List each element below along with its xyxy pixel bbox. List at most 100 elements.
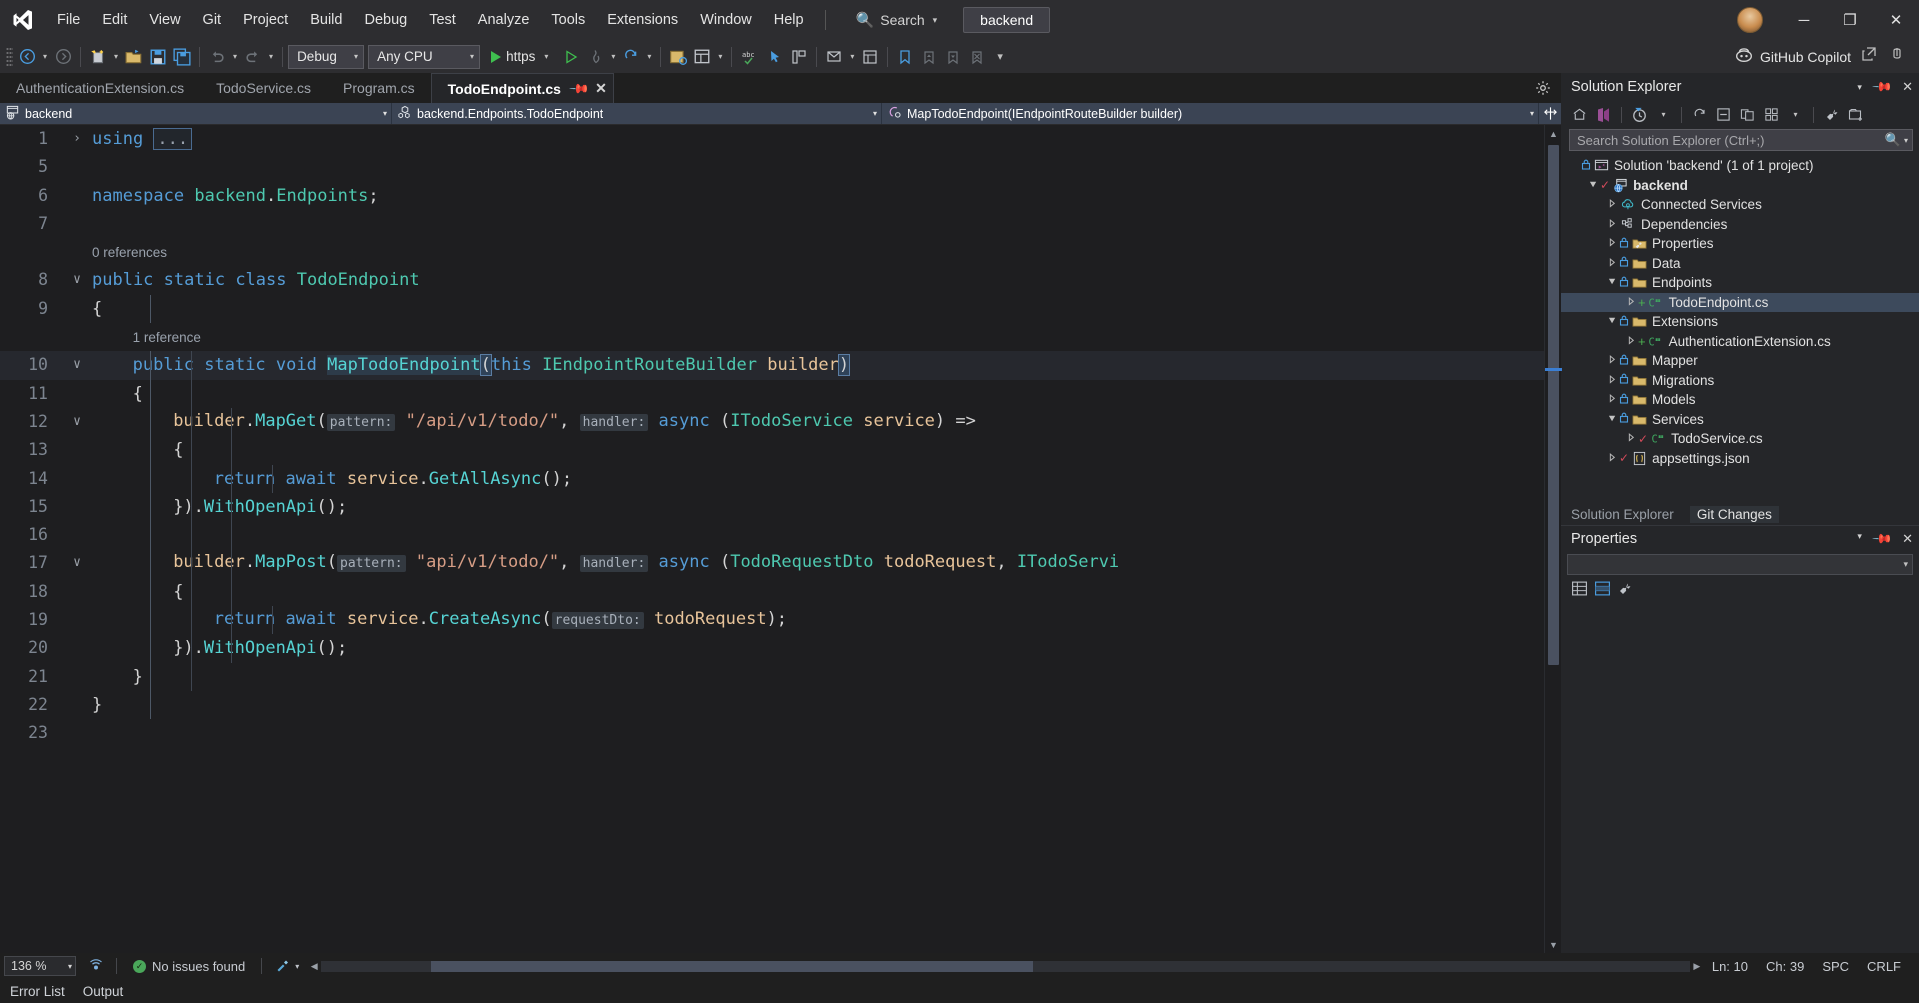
code-line[interactable]: 23 bbox=[0, 719, 1544, 747]
home-icon[interactable] bbox=[1569, 104, 1590, 125]
code-line[interactable]: 10 ∨ public static void MapTodoEndpoint(th… bbox=[0, 351, 1544, 380]
collapsed-arrow-icon[interactable] bbox=[1605, 394, 1619, 405]
notifications-icon[interactable] bbox=[822, 44, 846, 70]
fold-toggle-icon[interactable]: ∨ bbox=[62, 549, 92, 577]
hot-reload-icon[interactable] bbox=[583, 44, 607, 70]
code-line[interactable]: 22} bbox=[0, 690, 1544, 720]
scroll-down-icon[interactable]: ▼ bbox=[1545, 936, 1562, 953]
scroll-up-icon[interactable]: ▲ bbox=[1545, 125, 1562, 142]
bookmark-next-icon[interactable] bbox=[941, 44, 965, 70]
reference-count-label[interactable]: 0 references bbox=[92, 245, 167, 260]
toolbox-icon[interactable] bbox=[666, 44, 690, 70]
code-line[interactable]: 19 return await service.CreateAsync(reque… bbox=[0, 606, 1544, 635]
sync-icon[interactable] bbox=[1689, 104, 1710, 125]
layout-icon[interactable] bbox=[787, 44, 811, 70]
tab-authenticationextension[interactable]: AuthenticationExtension.cs bbox=[0, 73, 200, 103]
code-line[interactable]: 5 bbox=[0, 153, 1544, 181]
breadcrumb-member[interactable]: MapTodoEndpoint(IEndpointRouteBuilder bu… bbox=[882, 103, 1539, 124]
expanded-arrow-icon[interactable] bbox=[1605, 414, 1619, 425]
build-configuration-dropdown[interactable]: Debug ▾ bbox=[288, 44, 365, 69]
restart-dropdown-icon[interactable]: ▾ bbox=[643, 52, 655, 61]
expanded-arrow-icon[interactable] bbox=[1586, 180, 1600, 191]
save-all-icon[interactable] bbox=[170, 44, 194, 70]
run-profile-dropdown-icon[interactable]: ▾ bbox=[540, 52, 552, 61]
code-line[interactable]: 6 namespace backend.Endpoints; bbox=[0, 182, 1544, 210]
menu-file[interactable]: File bbox=[46, 0, 91, 40]
scroll-right-icon[interactable]: ▶ bbox=[1690, 961, 1704, 972]
tree-item-connected-services[interactable]: Connected Services bbox=[1561, 195, 1919, 215]
code-line[interactable]: 18 { bbox=[0, 577, 1544, 607]
pin-icon[interactable]: 📌 bbox=[568, 77, 590, 100]
code-line[interactable]: 13 { bbox=[0, 436, 1544, 465]
code-line[interactable]: 16 bbox=[0, 521, 1544, 550]
categorized-icon[interactable] bbox=[1571, 580, 1588, 602]
tree-item-authenticationextension-cs[interactable]: + C AuthenticationExtension.cs bbox=[1561, 332, 1919, 352]
minimize-button[interactable]: ─ bbox=[1781, 0, 1827, 40]
solution-explorer-search[interactable]: 🔍 ▾ bbox=[1569, 129, 1913, 151]
hot-reload-dropdown-icon[interactable]: ▾ bbox=[607, 52, 619, 61]
code-line[interactable]: 11 { bbox=[0, 379, 1544, 408]
tree-item-todoendpoint-cs[interactable]: + C TodoEndpoint.cs bbox=[1561, 292, 1919, 312]
menu-debug[interactable]: Debug bbox=[353, 0, 418, 40]
code-reference-annotation[interactable]: 0 references bbox=[0, 238, 1544, 266]
solution-name-pill[interactable]: backend bbox=[963, 7, 1051, 33]
code-editor[interactable]: 1 › using ... 5 6 namespace backend.Endpoints… bbox=[0, 125, 1544, 953]
undo-icon[interactable] bbox=[205, 44, 229, 70]
inline-parameter-hint[interactable]: handler: bbox=[579, 555, 649, 573]
global-search[interactable]: 🔍 Search ▾ bbox=[846, 7, 948, 33]
new-project-icon[interactable] bbox=[86, 44, 110, 70]
code-line[interactable]: 14 return await service.GetAllAsync(); bbox=[0, 464, 1544, 493]
chevron-down-icon[interactable]: ▾ bbox=[1653, 104, 1674, 125]
pending-changes-icon[interactable] bbox=[1629, 104, 1650, 125]
line-ending-mode[interactable]: CRLF bbox=[1867, 959, 1919, 974]
search-input[interactable] bbox=[1577, 132, 1885, 148]
tree-item-todoservice-cs[interactable]: ✓ C TodoService.cs bbox=[1561, 429, 1919, 449]
close-icon[interactable]: ✕ bbox=[595, 80, 607, 97]
start-debug-button[interactable]: https ▾ bbox=[484, 44, 559, 70]
tree-item-mapper[interactable]: Mapper bbox=[1561, 351, 1919, 371]
tree-item-solution-backend-1-of-1-project[interactable]: Solution 'backend' (1 of 1 project) bbox=[1561, 156, 1919, 176]
chevron-down-icon[interactable]: ▾ bbox=[1857, 531, 1862, 547]
bookmark-clear-icon[interactable] bbox=[965, 44, 989, 70]
tree-item-properties[interactable]: Properties bbox=[1561, 234, 1919, 254]
bottom-tab-error-list[interactable]: Error List bbox=[10, 984, 65, 999]
spell-check-icon[interactable]: abc bbox=[737, 44, 763, 70]
view-code-icon[interactable] bbox=[1593, 104, 1614, 125]
toolbar-grip[interactable] bbox=[6, 46, 13, 67]
tab-program[interactable]: Program.cs bbox=[327, 73, 431, 103]
redo-dropdown-icon[interactable]: ▾ bbox=[265, 52, 277, 61]
tree-item-extensions[interactable]: Extensions bbox=[1561, 312, 1919, 332]
start-without-debugging-icon[interactable] bbox=[559, 44, 583, 70]
scrollbar-thumb[interactable] bbox=[1548, 145, 1559, 665]
collapsed-arrow-icon[interactable] bbox=[1605, 452, 1619, 464]
indentation-mode[interactable]: SPC bbox=[1822, 959, 1867, 974]
collapsed-arrow-icon[interactable] bbox=[1605, 374, 1619, 386]
gear-icon[interactable] bbox=[1535, 80, 1551, 99]
code-line[interactable]: 20}).WithOpenApi(); bbox=[0, 634, 1544, 663]
tree-item-backend[interactable]: ✓ backend bbox=[1561, 176, 1919, 196]
collapsed-arrow-icon[interactable] bbox=[1605, 257, 1619, 269]
pin-icon[interactable]: 📌 bbox=[1871, 76, 1893, 99]
close-icon[interactable]: ✕ bbox=[1902, 79, 1913, 95]
pin-icon[interactable]: 📌 bbox=[1871, 528, 1893, 551]
expanded-arrow-icon[interactable] bbox=[1605, 316, 1619, 327]
navigate-back-icon[interactable] bbox=[15, 44, 39, 70]
chevron-down-icon[interactable]: ▾ bbox=[1901, 136, 1908, 145]
close-button[interactable]: ✕ bbox=[1873, 0, 1919, 40]
show-all-files-icon[interactable] bbox=[1737, 104, 1758, 125]
tab-todoendpoint[interactable]: TodoEndpoint.cs 📌 ✕ bbox=[430, 73, 614, 103]
inline-parameter-hint[interactable]: requestDto: bbox=[551, 612, 644, 630]
dock-tab-git-changes[interactable]: Git Changes bbox=[1689, 506, 1779, 523]
collapsed-arrow-icon[interactable] bbox=[1605, 199, 1619, 210]
zoom-level-dropdown[interactable]: 136 % ▾ bbox=[4, 956, 76, 976]
menu-view[interactable]: View bbox=[138, 0, 191, 40]
breadcrumb-project[interactable]: backend ▾ bbox=[0, 103, 392, 124]
dock-tab-solution-explorer[interactable]: Solution Explorer bbox=[1571, 507, 1674, 522]
new-folder-icon[interactable] bbox=[1845, 104, 1866, 125]
chevron-down-icon[interactable]: ▾ bbox=[1857, 82, 1862, 93]
chevron-down-icon[interactable]: ▾ bbox=[1522, 109, 1534, 118]
solution-explorer-icon[interactable] bbox=[690, 44, 714, 70]
breadcrumb-type[interactable]: backend.Endpoints.TodoEndpoint ▾ bbox=[392, 103, 882, 124]
alphabetical-icon[interactable] bbox=[1594, 580, 1611, 602]
notifications-dropdown-icon[interactable]: ▾ bbox=[846, 52, 858, 61]
